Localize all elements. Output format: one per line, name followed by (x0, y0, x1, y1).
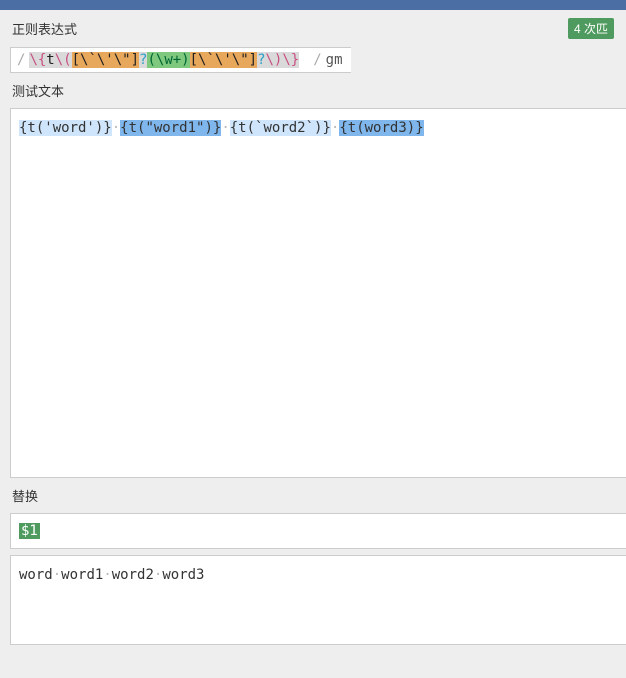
regex-section-header: 正则表达式 4 次匹 (0, 10, 626, 47)
tok-escape-paren-open: \( (55, 52, 72, 68)
tok-charclass-quote-2: [\`\'\"] (190, 52, 257, 68)
replace-section-header: 替换 (0, 478, 626, 513)
tok-escape-brace-close: \} (282, 52, 299, 68)
test-label: 测试文本 (12, 81, 64, 100)
regex-flags[interactable]: / gm (305, 47, 350, 73)
test-text-input[interactable]: {t('word')}·{t("word1")}·{t(`word2`)}·{t… (10, 108, 626, 478)
match-1: {t('word')} (19, 120, 112, 136)
tok-escape-paren-close: \) (266, 52, 283, 68)
tok-group-word: (\w+) (147, 52, 189, 68)
replace-input[interactable]: $1 (10, 513, 626, 549)
result-word-3: word2 (112, 567, 154, 583)
sep: · (103, 567, 111, 583)
match-count-badge: 4 次匹 (568, 18, 614, 39)
match-3: {t(`word2`)} (230, 120, 331, 136)
regex-label: 正则表达式 (12, 19, 77, 38)
replace-token: $1 (19, 523, 40, 539)
regex-pattern: \{t\([\`\'\"]?(\w+)[\`\'\"]?\)\} (29, 52, 299, 68)
result-word-2: word1 (61, 567, 103, 583)
match-4: {t(word3)} (339, 120, 423, 136)
sep: · (112, 120, 120, 136)
sep: · (53, 567, 61, 583)
tok-charclass-quote-1: [\`\'\"] (72, 52, 139, 68)
regex-input[interactable]: / \{t\([\`\'\"]?(\w+)[\`\'\"]?\)\} (10, 47, 305, 73)
tok-literal-t: t (46, 52, 54, 68)
tok-escape-brace-open: \{ (29, 52, 46, 68)
replace-label: 替换 (12, 486, 38, 505)
result-word-4: word3 (162, 567, 204, 583)
match-2: {t("word1")} (120, 120, 221, 136)
result-output: word·word1·word2·word3 (10, 555, 626, 645)
regex-flags-text: gm (326, 52, 343, 68)
result-word-1: word (19, 567, 53, 583)
tok-quant-2: ? (257, 52, 265, 68)
regex-close-slash: / (313, 52, 321, 68)
regex-open-slash: / (17, 52, 25, 68)
test-section-header: 测试文本 (0, 73, 626, 108)
sep: · (221, 120, 229, 136)
window-topbar (0, 0, 626, 10)
